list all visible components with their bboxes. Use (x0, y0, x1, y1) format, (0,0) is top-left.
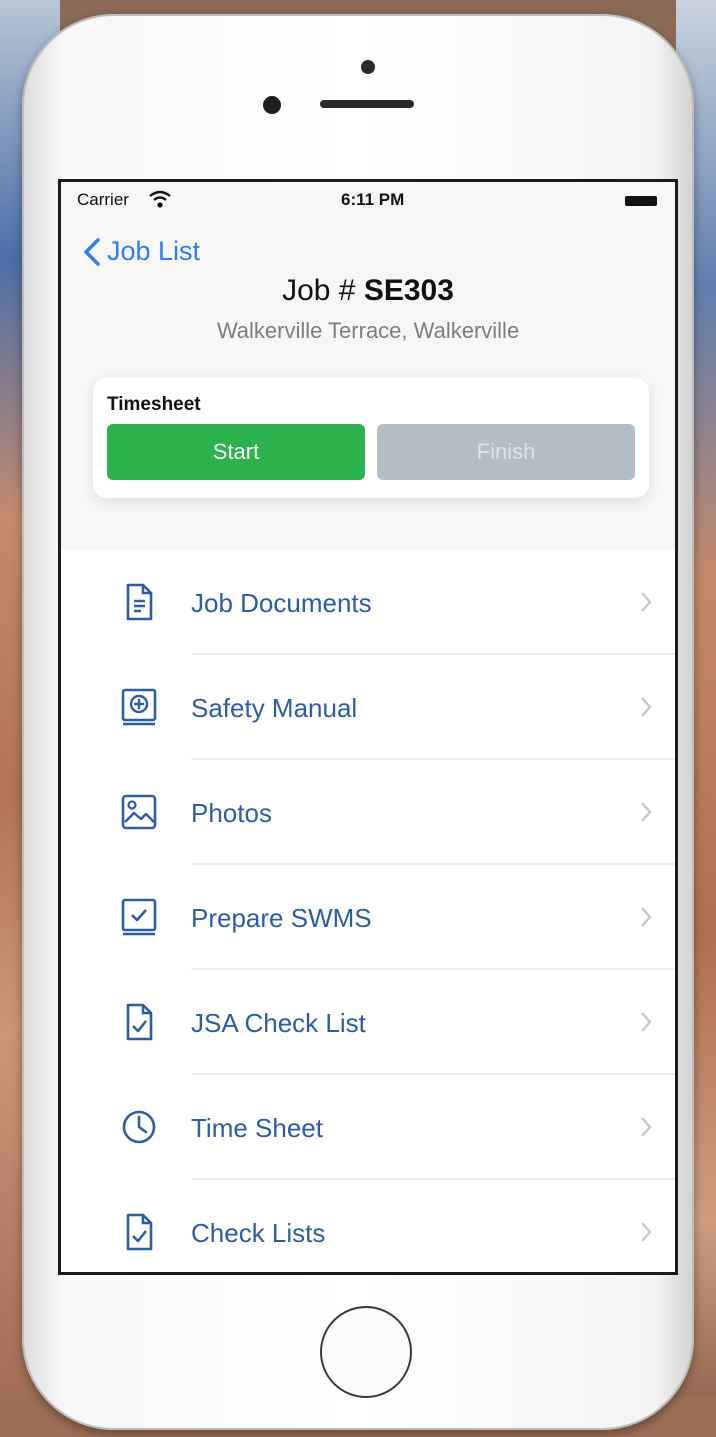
start-button[interactable]: Start (107, 424, 365, 480)
finish-button[interactable]: Finish (377, 424, 635, 480)
timesheet-label: Timesheet (107, 394, 201, 415)
back-button-label: Job List (107, 236, 201, 266)
menu-item-label: Safety Manual (191, 693, 358, 723)
menu-item-jsa-check-list[interactable]: JSA Check List (61, 970, 675, 1075)
back-button[interactable]: Job List (81, 236, 200, 267)
phone-frame: Carrier 6:11 PM Job List Job # SE303 Wal… (22, 14, 694, 1430)
menu-item-label: JSA Check List (191, 1008, 366, 1038)
chevron-right-icon (641, 1222, 652, 1242)
timesheet-card: Timesheet Start Finish (93, 378, 649, 498)
menu-item-prepare-swms[interactable]: Prepare SWMS (61, 865, 675, 970)
job-title-prefix: Job # (282, 274, 364, 307)
photo-icon (121, 794, 157, 830)
menu-item-label: Photos (191, 798, 272, 828)
battery-icon (625, 196, 657, 206)
job-address: Walkerville Terrace, Walkerville (216, 318, 520, 343)
chevron-right-icon (641, 802, 652, 822)
menu-item-job-documents[interactable]: Job Documents (61, 550, 675, 655)
checkbox-book-icon (121, 898, 157, 936)
wifi-icon (149, 190, 171, 208)
job-number: SE303 (363, 274, 454, 307)
chevron-left-icon (84, 237, 100, 266)
chevron-right-icon (641, 697, 652, 717)
chevron-right-icon (641, 1117, 652, 1137)
menu-item-time-sheet[interactable]: Time Sheet (61, 1075, 675, 1180)
menu-item-safety-manual[interactable]: Safety Manual (61, 655, 675, 760)
chevron-right-icon (641, 592, 652, 612)
page-title: Job # SE303 (61, 274, 675, 308)
manual-icon (121, 688, 157, 726)
document-icon (126, 583, 153, 621)
status-time: 6:11 PM (341, 190, 405, 209)
status-bar: Carrier 6:11 PM (61, 182, 675, 218)
checklist-icon (126, 1213, 153, 1251)
menu-item-label: Check Lists (191, 1218, 326, 1248)
chevron-right-icon (641, 1012, 652, 1032)
front-camera (263, 96, 281, 114)
carrier-label: Carrier (77, 190, 129, 209)
menu-item-label: Job Documents (191, 588, 372, 618)
menu-item-label: Time Sheet (191, 1113, 323, 1143)
sensor-dot (361, 60, 375, 74)
chevron-right-icon (641, 907, 652, 927)
earpiece-speaker (320, 100, 414, 108)
menu-item-check-lists[interactable]: Check Lists (61, 1180, 675, 1272)
checklist-icon (126, 1003, 153, 1041)
clock-icon (122, 1110, 156, 1144)
home-button[interactable] (320, 1306, 412, 1398)
menu-item-photos[interactable]: Photos (61, 760, 675, 865)
job-menu-list: Job Documents Safety Manual Photos Prepa… (61, 550, 675, 1272)
menu-item-label: Prepare SWMS (191, 903, 372, 933)
app-screen: Carrier 6:11 PM Job List Job # SE303 Wal… (58, 179, 678, 1275)
